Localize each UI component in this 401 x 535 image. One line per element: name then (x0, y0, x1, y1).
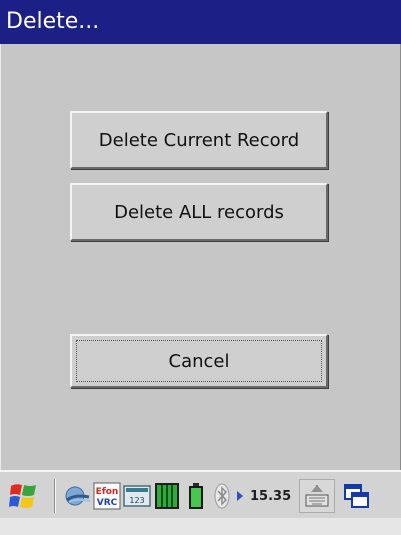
keyboard-icon-button[interactable] (295, 479, 339, 513)
battery-icon[interactable] (182, 481, 210, 511)
focus-ring (76, 340, 322, 382)
windows-start-icon[interactable] (0, 481, 48, 511)
efon-top-label: Efon (96, 487, 119, 497)
switch-windows-icon[interactable] (339, 481, 375, 511)
efon-bottom-label: VRC (97, 498, 118, 508)
bottom-strip (0, 518, 401, 535)
taskbar-row: Efon VRC 123 15.35 (0, 472, 401, 520)
green-grid-icon[interactable] (152, 481, 182, 511)
pda-screen: Delete... Delete Current Record Delete A… (0, 0, 401, 535)
clock[interactable]: 15.35 (246, 481, 295, 511)
delete-current-record-label: Delete Current Record (98, 129, 300, 151)
window-title: Delete... (6, 9, 100, 34)
keyboard-icon (299, 479, 336, 513)
delete-all-records-button[interactable]: Delete ALL records (70, 183, 328, 241)
network-icon[interactable] (62, 481, 92, 511)
bluetooth-icon[interactable] (210, 481, 234, 511)
taskbar-separator (54, 479, 56, 513)
input-123-label: 123 (129, 496, 144, 505)
input-123-icon[interactable]: 123 (122, 481, 152, 511)
efon-vrc-icon[interactable]: Efon VRC (92, 481, 122, 511)
delete-dialog (0, 44, 401, 470)
cancel-button[interactable]: Cancel (70, 334, 328, 388)
tray-arrow-icon[interactable] (234, 481, 246, 511)
delete-current-record-button[interactable]: Delete Current Record (70, 111, 328, 169)
delete-all-records-label: Delete ALL records (114, 201, 284, 223)
window-title-bar: Delete... (0, 0, 401, 44)
